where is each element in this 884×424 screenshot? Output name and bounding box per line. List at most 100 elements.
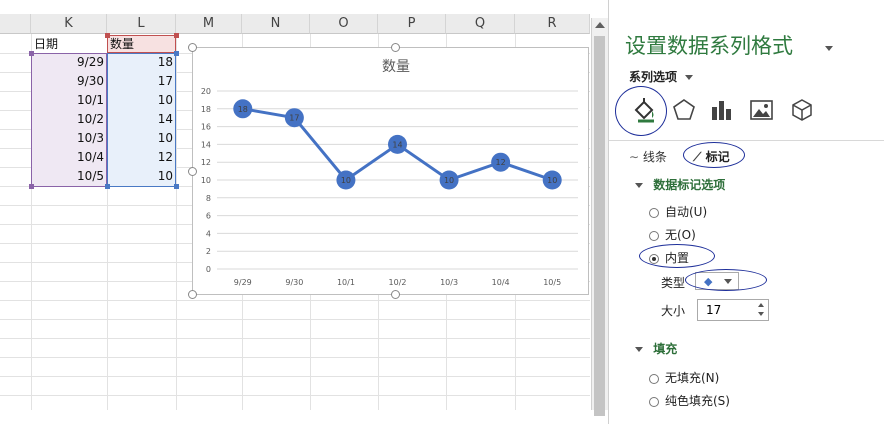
chart-resize-handle[interactable] <box>391 43 400 52</box>
data-label[interactable]: 17 <box>289 114 299 123</box>
x-tick-label[interactable]: 9/30 <box>285 278 303 287</box>
range-handle[interactable] <box>174 33 179 38</box>
grid-line <box>0 395 590 396</box>
highlight-ring <box>639 244 715 268</box>
data-label[interactable]: 18 <box>238 105 248 114</box>
y-tick-label[interactable]: 2 <box>206 247 211 256</box>
decrement-icon[interactable] <box>758 312 764 316</box>
column-header-n[interactable]: N <box>242 14 310 34</box>
cell-qty[interactable]: 12 <box>107 148 173 167</box>
column-header-l[interactable]: L <box>107 14 176 34</box>
highlight-ring <box>685 269 767 291</box>
column-header-p[interactable]: P <box>378 14 446 34</box>
fill-section-label: 填充 <box>653 342 678 356</box>
range-handle[interactable] <box>29 51 34 56</box>
effects-tab[interactable] <box>671 97 697 127</box>
size-label: 大小 <box>661 304 686 318</box>
chart-resize-handle[interactable] <box>188 167 197 176</box>
type-label: 类型 <box>661 276 686 290</box>
radio-auto[interactable]: 自动(U) <box>649 203 707 220</box>
column-header-r[interactable]: R <box>515 14 590 34</box>
radio-solid-fill[interactable]: 纯色填充(S) <box>649 392 730 409</box>
series-options-tab[interactable] <box>709 97 735 127</box>
range-handle[interactable] <box>174 51 179 56</box>
column-header-m[interactable]: M <box>176 14 242 34</box>
x-tick-label[interactable]: 10/5 <box>543 278 561 287</box>
cell-date[interactable]: 9/29 <box>31 53 104 72</box>
cell-qty[interactable]: 10 <box>107 167 173 186</box>
range-handle[interactable] <box>174 184 179 189</box>
x-tick-label[interactable]: 9/29 <box>234 278 252 287</box>
pane-options-chevron-icon[interactable] <box>825 38 833 57</box>
x-tick-label[interactable]: 10/2 <box>389 278 407 287</box>
range-handle[interactable] <box>105 184 110 189</box>
series-options-dropdown[interactable]: 系列选项 <box>629 68 694 85</box>
cell-k-header[interactable]: 日期 <box>34 35 104 54</box>
radio-auto-label: 自动(U) <box>665 205 708 219</box>
cell-l-header[interactable]: 数量 <box>110 35 174 54</box>
data-label[interactable]: 14 <box>392 140 402 149</box>
chart-title[interactable]: 数量 <box>382 59 410 75</box>
vertical-scrollbar[interactable] <box>591 18 608 416</box>
scroll-up-icon[interactable] <box>595 22 605 28</box>
data-label[interactable]: 10 <box>341 176 351 185</box>
line-chart[interactable]: 数量 0 2 4 6 8 10 12 14 16 18 20 9/29 9/30 10/1 10/2 10/… <box>192 47 589 295</box>
cell-qty[interactable]: 10 <box>107 129 173 148</box>
fill-section-header[interactable]: 填充 <box>635 340 677 357</box>
increment-icon[interactable] <box>758 303 764 307</box>
chart-resize-handle[interactable] <box>391 290 400 299</box>
cell-date[interactable]: 10/4 <box>31 148 104 167</box>
x-tick-label[interactable]: 10/1 <box>337 278 355 287</box>
tab-line[interactable]: ∼ 线条 <box>629 148 667 165</box>
pane-title: 设置数据系列格式 <box>625 34 793 58</box>
radio-circle <box>649 230 659 241</box>
format-data-series-pane: 设置数据系列格式 系列选项 ∼ 线条 ⟋ 标记 数据标记选项 自动(U) 无(O… <box>608 0 884 424</box>
radio-none[interactable]: 无(O) <box>649 226 696 243</box>
cube-icon <box>792 99 812 121</box>
cell-qty[interactable]: 10 <box>107 91 173 110</box>
marker-options-header[interactable]: 数据标记选项 <box>635 176 725 193</box>
marker-size-stepper[interactable]: 17 <box>697 299 769 321</box>
y-tick-label[interactable]: 20 <box>201 87 211 96</box>
column-header-k[interactable]: K <box>31 14 107 34</box>
y-tick-label[interactable]: 4 <box>206 229 211 238</box>
data-label[interactable]: 12 <box>496 158 506 167</box>
marker-size-value[interactable]: 17 <box>706 303 721 317</box>
data-label[interactable]: 10 <box>547 176 557 185</box>
3d-format-tab[interactable] <box>789 97 815 127</box>
cell-date[interactable]: 10/3 <box>31 129 104 148</box>
cell-date[interactable]: 10/2 <box>31 110 104 129</box>
y-tick-label[interactable]: 10 <box>201 176 211 185</box>
y-tick-label[interactable]: 12 <box>201 158 211 167</box>
cell-date[interactable]: 10/5 <box>31 167 104 186</box>
cell-qty[interactable]: 17 <box>107 72 173 91</box>
y-tick-label[interactable]: 8 <box>206 194 211 203</box>
bar-chart-icon <box>712 101 731 120</box>
y-tick-label[interactable]: 18 <box>201 105 211 114</box>
chart-plot-area[interactable]: 数量 0 2 4 6 8 10 12 14 16 18 20 9/29 9/30 10/1 10/2 10/… <box>193 48 590 296</box>
radio-solid-fill-label: 纯色填充(S) <box>665 394 730 408</box>
x-tick-label[interactable]: 10/4 <box>492 278 510 287</box>
data-label[interactable]: 10 <box>444 176 454 185</box>
chart-resize-handle[interactable] <box>188 43 197 52</box>
worksheet[interactable]: K L M N O P Q R 日期 数量 9/29 18 9/30 17 10… <box>0 0 590 410</box>
x-tick-label[interactable]: 10/3 <box>440 278 458 287</box>
radio-no-fill[interactable]: 无填充(N) <box>649 369 719 386</box>
range-handle[interactable] <box>105 33 110 38</box>
y-tick-label[interactable]: 14 <box>201 140 211 149</box>
corner-header[interactable] <box>0 14 31 34</box>
cell-qty[interactable]: 14 <box>107 110 173 129</box>
grid-line <box>0 300 590 301</box>
cell-qty[interactable]: 18 <box>107 53 173 72</box>
cell-date[interactable]: 9/30 <box>31 72 104 91</box>
y-tick-label[interactable]: 0 <box>206 265 211 274</box>
cell-date[interactable]: 10/1 <box>31 91 104 110</box>
picture-tab[interactable] <box>749 97 775 127</box>
column-header-o[interactable]: O <box>310 14 378 34</box>
y-tick-label[interactable]: 6 <box>206 212 211 221</box>
range-handle[interactable] <box>29 184 34 189</box>
scrollbar-thumb[interactable] <box>594 36 605 416</box>
y-tick-label[interactable]: 16 <box>201 123 211 132</box>
chart-resize-handle[interactable] <box>188 290 197 299</box>
column-header-q[interactable]: Q <box>446 14 515 34</box>
